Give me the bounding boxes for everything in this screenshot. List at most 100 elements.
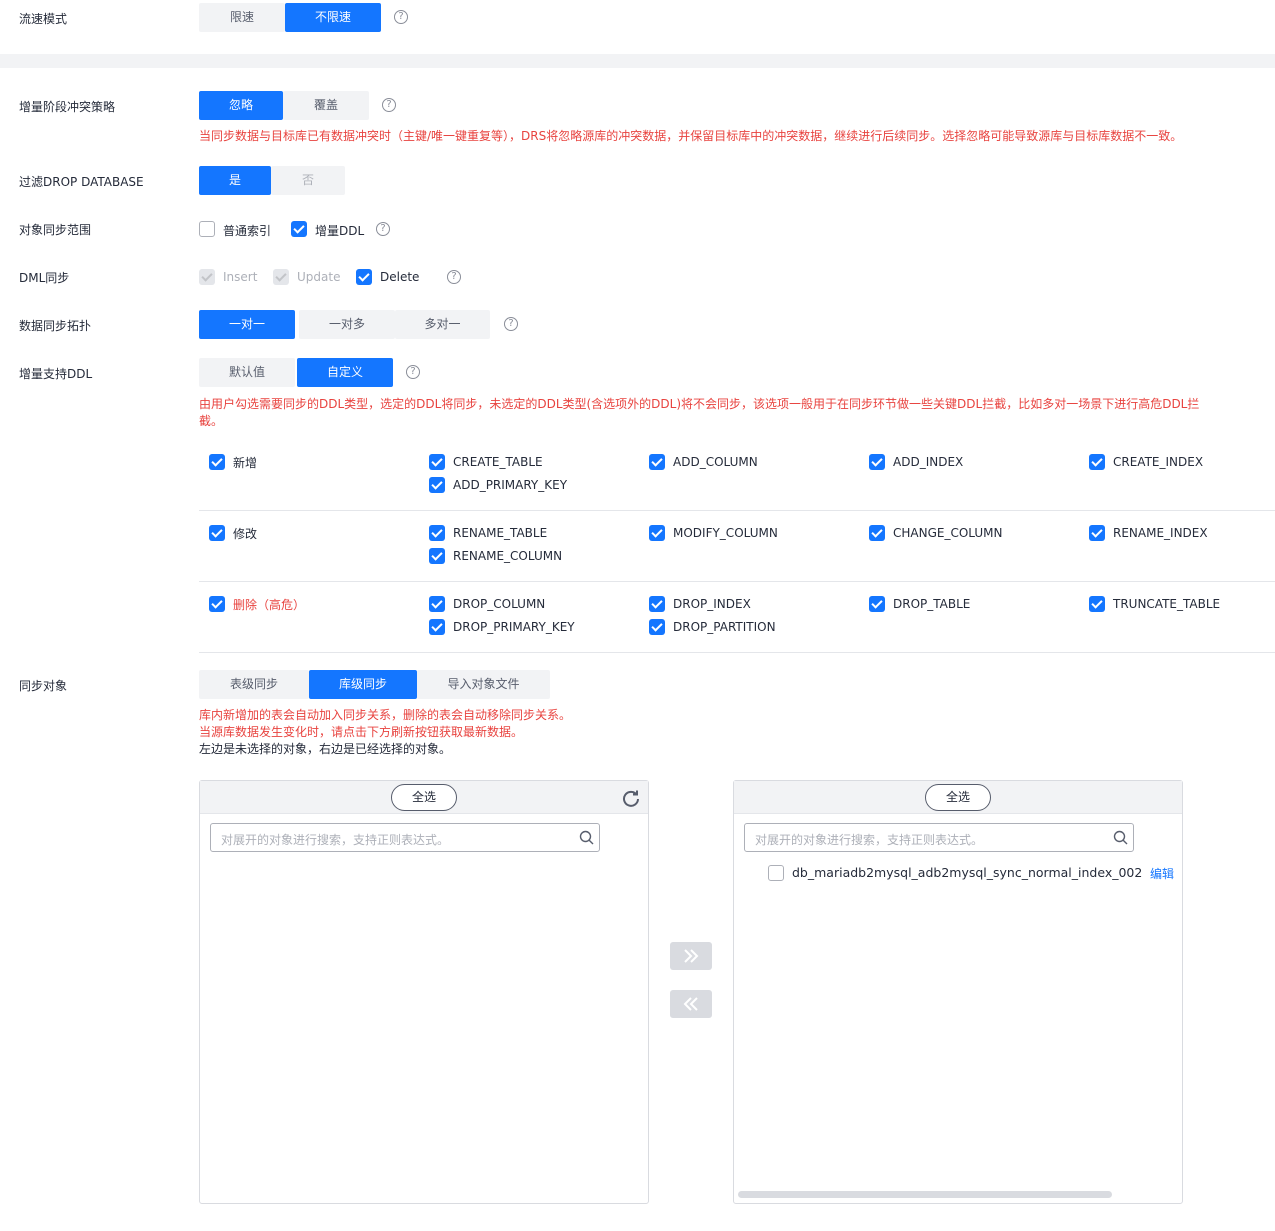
move-right-button[interactable] xyxy=(670,942,712,970)
select-all-button[interactable]: 全选 xyxy=(925,784,991,811)
flow-mode-selector: 限速 不限速 xyxy=(199,3,381,32)
filter-drop-yes[interactable]: 是 xyxy=(199,166,271,195)
help-icon[interactable]: ? xyxy=(406,365,420,379)
ddl-group-add-label: 新增 xyxy=(233,456,258,470)
ddl-item-checkbox[interactable] xyxy=(1089,454,1105,470)
ddl-item-label: CREATE_INDEX xyxy=(1113,455,1204,469)
ddl-item-label: DROP_PRIMARY_KEY xyxy=(453,620,575,634)
sync-import-file[interactable]: 导入对象文件 xyxy=(417,670,550,699)
ddl-item-label: RENAME_INDEX xyxy=(1113,526,1208,540)
ddl-item-checkbox[interactable] xyxy=(869,596,885,612)
topology-many-to-one[interactable]: 多对一 xyxy=(395,310,490,339)
ddl-item-checkbox[interactable] xyxy=(429,477,445,493)
update-checkbox xyxy=(273,269,289,285)
ddl-group-modify-label: 修改 xyxy=(233,527,258,541)
ddl-item-checkbox[interactable] xyxy=(429,525,445,541)
move-left-button[interactable] xyxy=(670,990,712,1018)
ddl-custom[interactable]: 自定义 xyxy=(297,358,393,387)
horizontal-scrollbar[interactable] xyxy=(738,1191,1112,1198)
object-item-checkbox[interactable] xyxy=(768,865,784,881)
group-divider xyxy=(199,581,1275,582)
ddl-item-label: DROP_PARTITION xyxy=(673,620,776,634)
section-divider xyxy=(0,54,1275,68)
group-divider xyxy=(199,652,1275,653)
dml-label: DML同步 xyxy=(19,271,70,285)
filter-drop-selector: 是 否 xyxy=(199,166,345,195)
group-divider xyxy=(199,510,1275,511)
ddl-group-modify-checkbox[interactable] xyxy=(209,525,225,541)
ddl-item-checkbox[interactable] xyxy=(429,619,445,635)
ddl-item-checkbox[interactable] xyxy=(429,454,445,470)
topology-one-to-many[interactable]: 一对多 xyxy=(299,310,395,339)
ddl-item-label: CHANGE_COLUMN xyxy=(893,526,1003,540)
flow-mode-limited[interactable]: 限速 xyxy=(199,3,285,32)
sync-note-3: 左边是未选择的对象，右边是已经选择的对象。 xyxy=(199,742,452,756)
ddl-item-checkbox[interactable] xyxy=(1089,596,1105,612)
ddl-item-checkbox[interactable] xyxy=(1089,525,1105,541)
help-icon[interactable]: ? xyxy=(376,222,390,236)
unselected-objects-panel: 全选 对展开的对象进行搜索，支持正则表达式。 xyxy=(199,780,649,1204)
filter-drop-no[interactable]: 否 xyxy=(271,166,345,195)
right-search-input[interactable]: 对展开的对象进行搜索，支持正则表达式。 xyxy=(744,823,1134,852)
normal-index-checkbox[interactable] xyxy=(199,221,215,237)
object-item-name: db_mariadb2mysql_adb2mysql_sync_normal_i… xyxy=(792,865,1143,880)
ddl-item-checkbox[interactable] xyxy=(429,548,445,564)
topology-one-to-one[interactable]: 一对一 xyxy=(199,310,295,339)
delete-label: Delete xyxy=(380,270,420,284)
ddl-group-delete-checkbox[interactable] xyxy=(209,596,225,612)
ddl-default[interactable]: 默认值 xyxy=(199,358,295,387)
sync-table-level[interactable]: 表级同步 xyxy=(199,670,309,699)
search-placeholder: 对展开的对象进行搜索，支持正则表达式。 xyxy=(755,833,984,847)
ddl-item-checkbox[interactable] xyxy=(869,525,885,541)
topology-label: 数据同步拓扑 xyxy=(19,319,92,333)
ddl-item-checkbox[interactable] xyxy=(649,525,665,541)
sync-db-level[interactable]: 库级同步 xyxy=(309,670,417,699)
ddl-item-label: DROP_INDEX xyxy=(673,597,751,611)
ddl-item-label: DROP_TABLE xyxy=(893,597,971,611)
refresh-icon[interactable] xyxy=(621,788,641,808)
ddl-item-checkbox[interactable] xyxy=(649,596,665,612)
update-label: Update xyxy=(297,270,341,284)
ddl-label: 增量支持DDL xyxy=(19,367,93,381)
delete-checkbox[interactable] xyxy=(356,269,372,285)
sync-note-2: 当源库数据发生变化时，请点击下方刷新按钮获取最新数据。 xyxy=(199,725,524,739)
help-icon[interactable]: ? xyxy=(447,270,461,284)
ddl-item-label: DROP_COLUMN xyxy=(453,597,546,611)
incremental-ddl-checkbox[interactable] xyxy=(291,221,307,237)
select-all-button[interactable]: 全选 xyxy=(391,784,457,811)
ddl-group-add-checkbox[interactable] xyxy=(209,454,225,470)
search-icon[interactable] xyxy=(579,830,594,845)
incremental-ddl-label: 增量DDL xyxy=(315,224,365,238)
double-left-icon xyxy=(683,997,698,1011)
conflict-strategy-label: 增量阶段冲突策略 xyxy=(19,100,116,114)
double-right-icon xyxy=(684,949,699,963)
flow-mode-unlimited[interactable]: 不限速 xyxy=(285,3,381,32)
object-scope-label: 对象同步范围 xyxy=(19,223,92,237)
conflict-note: 当同步数据与目标库已有数据冲突时（主键/唯一键重复等），DRS将忽略源库的冲突数… xyxy=(199,129,1183,143)
ddl-item-checkbox[interactable] xyxy=(869,454,885,470)
conflict-overwrite[interactable]: 覆盖 xyxy=(283,91,369,120)
ddl-item-checkbox[interactable] xyxy=(429,596,445,612)
ddl-item-checkbox[interactable] xyxy=(649,454,665,470)
ddl-item-label: ADD_COLUMN xyxy=(673,455,758,469)
conflict-ignore[interactable]: 忽略 xyxy=(199,91,283,120)
search-icon[interactable] xyxy=(1113,830,1128,845)
ddl-note-line2: 截。 xyxy=(199,414,224,428)
ddl-item-checkbox[interactable] xyxy=(649,619,665,635)
ddl-item-label: MODIFY_COLUMN xyxy=(673,526,778,540)
ddl-group-delete-label: 删除（高危） xyxy=(233,598,306,612)
insert-label: Insert xyxy=(223,270,258,284)
flow-mode-label: 流速模式 xyxy=(19,12,68,26)
ddl-note-line1: 由用户勾选需要同步的DDL类型，选定的DDL将同步，未选定的DDL类型(含选项外… xyxy=(199,397,1200,411)
insert-checkbox xyxy=(199,269,215,285)
edit-link[interactable]: 编辑 xyxy=(1150,865,1174,882)
left-search-input[interactable]: 对展开的对象进行搜索，支持正则表达式。 xyxy=(210,823,600,852)
sync-objects-selector: 表级同步 库级同步 导入对象文件 xyxy=(199,670,550,699)
help-icon[interactable]: ? xyxy=(394,10,408,24)
search-placeholder: 对展开的对象进行搜索，支持正则表达式。 xyxy=(221,833,450,847)
selected-objects-panel: 全选 对展开的对象进行搜索，支持正则表达式。 db_mariadb2mysql_… xyxy=(733,780,1183,1204)
help-icon[interactable]: ? xyxy=(382,98,396,112)
help-icon[interactable]: ? xyxy=(504,317,518,331)
sync-objects-label: 同步对象 xyxy=(19,679,68,693)
conflict-strategy-selector: 忽略 覆盖 xyxy=(199,91,369,120)
